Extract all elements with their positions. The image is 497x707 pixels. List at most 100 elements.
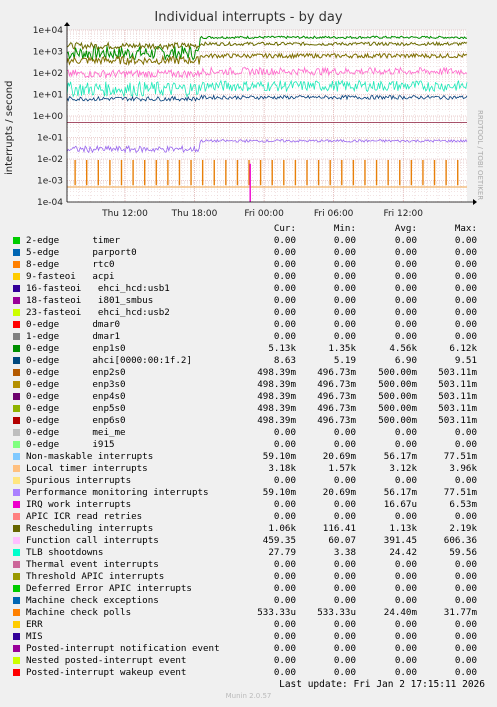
header-min: Min: bbox=[333, 223, 356, 234]
legend-max: 0.00 bbox=[454, 595, 477, 606]
legend-min: 0.00 bbox=[333, 427, 356, 438]
legend-cur: 0.00 bbox=[273, 643, 296, 654]
legend-min: 0.00 bbox=[333, 247, 356, 258]
legend-swatch bbox=[13, 357, 20, 364]
legend-cur: 533.33u bbox=[257, 607, 296, 618]
x-tick-label: Fri 00:00 bbox=[244, 209, 284, 219]
legend-label: 0-edge dmar0 bbox=[26, 319, 121, 330]
legend-row: 0-edge enp4s0 498.39m 496.73m 500.00m 503.11… bbox=[12, 391, 492, 403]
legend-swatch bbox=[13, 609, 20, 616]
legend-label: Thermal event interrupts bbox=[26, 559, 159, 570]
legend-min: 0.00 bbox=[333, 331, 356, 342]
legend-avg: 0.00 bbox=[394, 559, 417, 570]
legend-min: 496.73m bbox=[317, 403, 356, 414]
legend-min: 3.38 bbox=[333, 547, 356, 558]
legend-max: 6.53m bbox=[449, 499, 477, 510]
legend-label: 0-edge i915 bbox=[26, 439, 115, 450]
legend-label: Machine check exceptions bbox=[26, 595, 159, 606]
x-tick-label: Thu 12:00 bbox=[101, 209, 148, 219]
legend-row: Machine check exceptions 0.00 0.00 0.00 0.00 bbox=[12, 595, 492, 607]
legend-cur: 59.10m bbox=[262, 451, 296, 462]
legend-row: 0-edge ahci[0000:00:1f.2] 8.63 5.19 6.90 9.5… bbox=[12, 355, 492, 367]
legend-min: 116.41 bbox=[322, 523, 356, 534]
legend-rows: 2-edge timer 0.00 0.00 0.00 0.00 5-edge parpo… bbox=[12, 235, 492, 679]
legend-label: 0-edge enp5s0 bbox=[26, 403, 126, 414]
legend-max: 503.11m bbox=[438, 403, 477, 414]
legend-cur: 0.00 bbox=[273, 631, 296, 642]
legend-avg: 0.00 bbox=[394, 283, 417, 294]
legend-avg: 0.00 bbox=[394, 643, 417, 654]
legend-label: Local timer interrupts bbox=[26, 463, 148, 474]
chart-canvas: 1e+04 1e+03 1e+02 1e+01 1e+00 1e-01 1e-02 1e-03… bbox=[33, 22, 477, 219]
legend-avg: 16.67u bbox=[383, 499, 417, 510]
legend-row: Rescheduling interrupts 1.06k 116.41 1.13k 2… bbox=[12, 523, 492, 535]
legend-row: 0-edge enp6s0 498.39m 496.73m 500.00m 503.11… bbox=[12, 415, 492, 427]
legend-avg: 500.00m bbox=[378, 403, 417, 414]
legend-cur: 0.00 bbox=[273, 331, 296, 342]
legend-row: Threshold APIC interrupts 0.00 0.00 0.00 0.0… bbox=[12, 571, 492, 583]
legend-min: 0.00 bbox=[333, 667, 356, 678]
legend-label: Machine check polls bbox=[26, 607, 132, 618]
legend-cur: 0.00 bbox=[273, 499, 296, 510]
legend-swatch bbox=[13, 465, 20, 472]
y-tick-label: 1e-02 bbox=[37, 155, 63, 165]
legend-cur: 3.18k bbox=[268, 463, 296, 474]
legend-cur: 498.39m bbox=[257, 415, 296, 426]
legend-label: Posted-interrupt notification event bbox=[26, 643, 220, 654]
legend-swatch bbox=[13, 477, 20, 484]
legend-cur: 0.00 bbox=[273, 439, 296, 450]
legend-cur: 1.06k bbox=[268, 523, 296, 534]
legend-row: MIS 0.00 0.00 0.00 0.00 bbox=[12, 631, 492, 643]
legend-table: Cur: Min: Avg: Max: 2-edge timer 0.00 0.00… bbox=[12, 223, 492, 679]
legend-row: 0-edge enp2s0 498.39m 496.73m 500.00m 503.11… bbox=[12, 367, 492, 379]
legend-label: IRQ work interrupts bbox=[26, 499, 132, 510]
legend-row: IRQ work interrupts 0.00 0.00 16.67u 6.53m bbox=[12, 499, 492, 511]
legend-cur: 0.00 bbox=[273, 667, 296, 678]
legend-avg: 0.00 bbox=[394, 439, 417, 450]
legend-min: 533.33u bbox=[317, 607, 356, 618]
legend-label: 23-fasteoi ehci_hcd:usb2 bbox=[26, 307, 170, 318]
legend-row: 0-edge dmar0 0.00 0.00 0.00 0.00 bbox=[12, 319, 492, 331]
legend-swatch bbox=[13, 393, 20, 400]
legend-label: Rescheduling interrupts bbox=[26, 523, 154, 534]
y-tick-label: 1e+00 bbox=[33, 112, 64, 122]
header-cur: Cur: bbox=[273, 223, 296, 234]
legend-cur: 59.10m bbox=[262, 487, 296, 498]
legend-row: 1-edge dmar1 0.00 0.00 0.00 0.00 bbox=[12, 331, 492, 343]
legend-label: Spurious interrupts bbox=[26, 475, 132, 486]
legend-label: 18-fasteoi i801_smbus bbox=[26, 295, 154, 306]
legend-min: 0.00 bbox=[333, 271, 356, 282]
legend-row: 9-fasteoi acpi 0.00 0.00 0.00 0.00 bbox=[12, 271, 492, 283]
legend-max: 0.00 bbox=[454, 259, 477, 270]
legend-cur: 0.00 bbox=[273, 511, 296, 522]
legend-avg: 500.00m bbox=[378, 391, 417, 402]
legend-cur: 0.00 bbox=[273, 295, 296, 306]
legend-label: 16-fasteoi ehci_hcd:usb1 bbox=[26, 283, 170, 294]
legend-label: 0-edge enp2s0 bbox=[26, 367, 126, 378]
legend-row: 0-edge enp5s0 498.39m 496.73m 500.00m 503.11… bbox=[12, 403, 492, 415]
legend-avg: 391.45 bbox=[383, 535, 417, 546]
legend-swatch bbox=[13, 429, 20, 436]
legend-label: Non-maskable interrupts bbox=[26, 451, 154, 462]
legend-max: 0.00 bbox=[454, 667, 477, 678]
legend-row: Non-maskable interrupts 59.10m 20.69m 56.17… bbox=[12, 451, 492, 463]
legend-row: Posted-interrupt notification event 0.00 0… bbox=[12, 643, 492, 655]
legend-min: 0.00 bbox=[333, 295, 356, 306]
legend-avg: 0.00 bbox=[394, 247, 417, 258]
legend-row: Nested posted-interrupt event 0.00 0.00 0.0… bbox=[12, 655, 492, 667]
legend-avg: 56.17m bbox=[383, 451, 417, 462]
legend-label: 2-edge timer bbox=[26, 235, 121, 246]
legend-max: 0.00 bbox=[454, 619, 477, 630]
legend-max: 0.00 bbox=[454, 295, 477, 306]
legend-cur: 0.00 bbox=[273, 271, 296, 282]
legend-avg: 1.13k bbox=[389, 523, 417, 534]
legend-label: Deferred Error APIC interrupts bbox=[26, 583, 192, 594]
x-tick-label: Fri 12:00 bbox=[383, 209, 423, 219]
legend-label: 0-edge enp4s0 bbox=[26, 391, 126, 402]
legend-swatch bbox=[13, 573, 20, 580]
legend-swatch bbox=[13, 441, 20, 448]
legend-row: Spurious interrupts 0.00 0.00 0.00 0.00 bbox=[12, 475, 492, 487]
legend-row: Posted-interrupt wakeup event 0.00 0.00 0.0… bbox=[12, 667, 492, 679]
legend-swatch bbox=[13, 405, 20, 412]
legend-label: 0-edge enp3s0 bbox=[26, 379, 126, 390]
